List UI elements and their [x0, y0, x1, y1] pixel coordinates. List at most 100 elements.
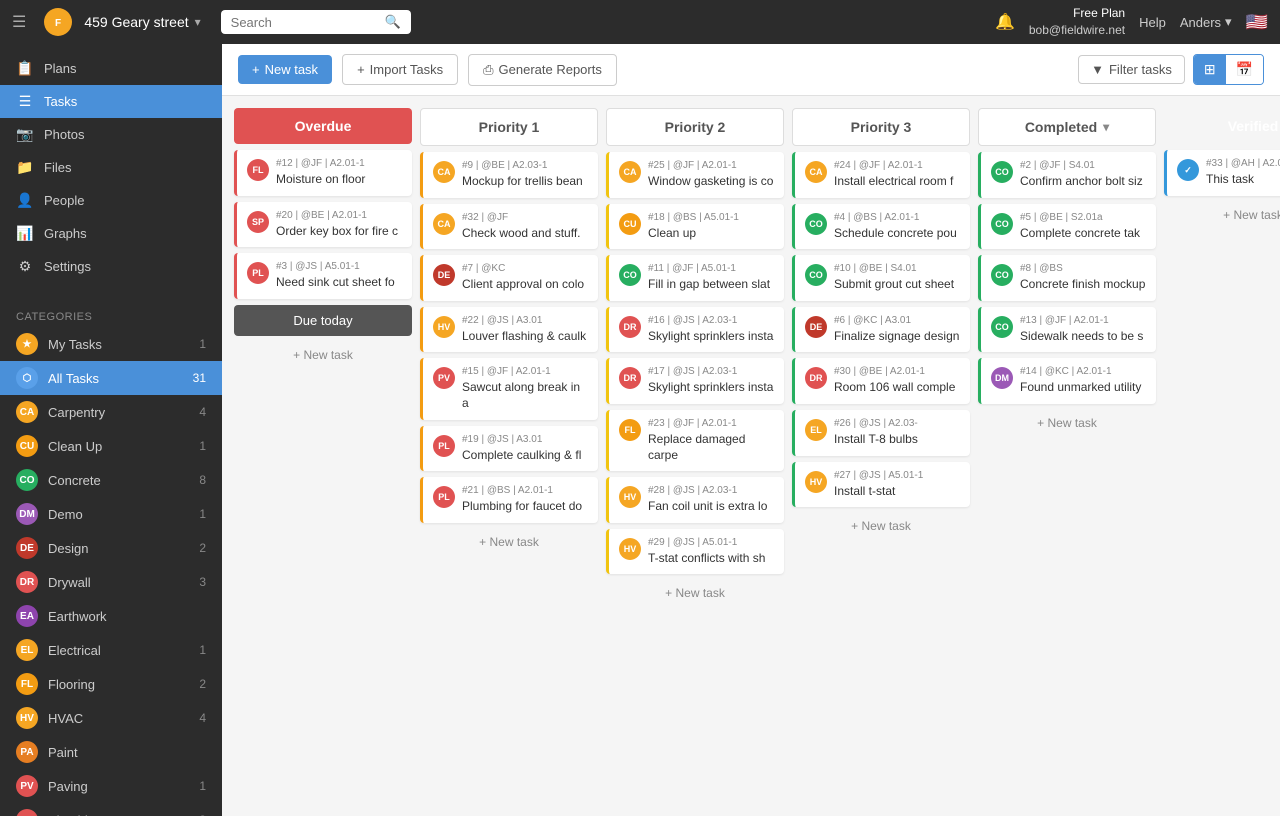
- sidebar-item-electrical[interactable]: EL Electrical 1: [0, 633, 222, 667]
- task-card[interactable]: EL #26 | @JS | A2.03- Install T-8 bulbs: [792, 410, 970, 456]
- task-content: #12 | @JF | A2.01-1 Moisture on floor: [276, 158, 402, 188]
- task-avatar: CU: [619, 213, 641, 235]
- sidebar-item-files[interactable]: 📁 Files: [0, 151, 222, 184]
- task-meta: #8 | @BS: [1020, 263, 1146, 274]
- task-card[interactable]: CO #8 | @BS Concrete finish mockup: [978, 255, 1156, 301]
- task-card[interactable]: CA #32 | @JF Check wood and stuff.: [420, 204, 598, 250]
- sidebar-item-photos[interactable]: 📷 Photos: [0, 118, 222, 151]
- task-card-row: DR #30 | @BE | A2.01-1 Room 106 wall com…: [805, 366, 960, 396]
- task-card[interactable]: DE #7 | @KC Client approval on colo: [420, 255, 598, 301]
- add-task-button-priority2[interactable]: + New task: [606, 580, 784, 606]
- language-flag-icon[interactable]: 🇺🇸: [1246, 12, 1268, 33]
- sidebar-item-all-tasks[interactable]: ⬡ All Tasks 31: [0, 361, 222, 395]
- sidebar-item-hvac[interactable]: HV HVAC 4: [0, 701, 222, 735]
- toolbar: + New task + Import Tasks ⎙ Generate Rep…: [222, 44, 1280, 96]
- task-card-row: CO #5 | @BE | S2.01a Complete concrete t…: [991, 212, 1146, 242]
- sidebar: 📋 Plans ☰ Tasks 📷 Photos 📁 Files 👤 Peopl…: [0, 44, 222, 816]
- task-card[interactable]: PL #19 | @JS | A3.01 Complete caulking &…: [420, 426, 598, 472]
- task-card[interactable]: DR #30 | @BE | A2.01-1 Room 106 wall com…: [792, 358, 970, 404]
- task-card[interactable]: CO #4 | @BS | A2.01-1 Schedule concrete …: [792, 204, 970, 250]
- sidebar-item-earthwork[interactable]: EA Earthwork: [0, 599, 222, 633]
- category-badge-pa: PA: [16, 741, 38, 763]
- sidebar-item-paint[interactable]: PA Paint: [0, 735, 222, 769]
- import-tasks-button[interactable]: + Import Tasks: [342, 54, 458, 85]
- task-card[interactable]: CA #24 | @JF | A2.01-1 Install electrica…: [792, 152, 970, 198]
- category-badge-cu: CU: [16, 435, 38, 457]
- kanban-column-priority1: Priority 1 CA #9 | @BE | A2.03-1 Mockup …: [420, 108, 598, 804]
- task-card[interactable]: FL #23 | @JF | A2.01-1 Replace damaged c…: [606, 410, 784, 471]
- search-input[interactable]: [231, 15, 379, 30]
- grid-view-button[interactable]: ⊞: [1194, 55, 1226, 84]
- task-avatar: DE: [433, 264, 455, 286]
- sidebar-item-demo[interactable]: DM Demo 1: [0, 497, 222, 531]
- task-card[interactable]: CO #2 | @JF | S4.01 Confirm anchor bolt …: [978, 152, 1156, 198]
- sidebar-item-tasks[interactable]: ☰ Tasks: [0, 85, 222, 118]
- sidebar-item-paving[interactable]: PV Paving 1: [0, 769, 222, 803]
- add-task-button-priority3[interactable]: + New task: [792, 513, 970, 539]
- task-avatar: DR: [619, 367, 641, 389]
- sidebar-item-flooring[interactable]: FL Flooring 2: [0, 667, 222, 701]
- task-meta: #3 | @JS | A5.01-1: [276, 261, 402, 272]
- category-badge-co: CO: [16, 469, 38, 491]
- task-card-row: CO #2 | @JF | S4.01 Confirm anchor bolt …: [991, 160, 1146, 190]
- task-card[interactable]: DM #14 | @KC | A2.01-1 Found unmarked ut…: [978, 358, 1156, 404]
- help-link[interactable]: Help: [1139, 15, 1166, 30]
- task-card[interactable]: HV #22 | @JS | A3.01 Louver flashing & c…: [420, 307, 598, 353]
- sidebar-item-plumbing[interactable]: PL Plumbing 3: [0, 803, 222, 816]
- task-card-row: ✓ #33 | @AH | A2.01-1 This task: [1177, 158, 1280, 188]
- notification-bell-icon[interactable]: 🔔: [995, 12, 1015, 32]
- task-card[interactable]: FL #12 | @JF | A2.01-1 Moisture on floor: [234, 150, 412, 196]
- filter-icon: ▼: [1091, 62, 1104, 77]
- category-badge-dr: DR: [16, 571, 38, 593]
- task-avatar: CO: [805, 264, 827, 286]
- task-content: #5 | @BE | S2.01a Complete concrete tak: [1020, 212, 1146, 242]
- sidebar-item-my-tasks[interactable]: ★ My Tasks 1: [0, 327, 222, 361]
- task-card[interactable]: CO #11 | @JF | A5.01-1 Fill in gap betwe…: [606, 255, 784, 301]
- task-card[interactable]: CO #13 | @JF | A2.01-1 Sidewalk needs to…: [978, 307, 1156, 353]
- sidebar-item-carpentry[interactable]: CA Carpentry 4: [0, 395, 222, 429]
- task-card[interactable]: CU #18 | @BS | A5.01-1 Clean up: [606, 204, 784, 250]
- task-card[interactable]: DR #16 | @JS | A2.03-1 Skylight sprinkle…: [606, 307, 784, 353]
- hamburger-icon[interactable]: ☰: [12, 12, 26, 32]
- task-card-row: CA #9 | @BE | A2.03-1 Mockup for trellis…: [433, 160, 588, 190]
- task-card[interactable]: DR #17 | @JS | A2.03-1 Skylight sprinkle…: [606, 358, 784, 404]
- task-card[interactable]: CA #9 | @BE | A2.03-1 Mockup for trellis…: [420, 152, 598, 198]
- task-card[interactable]: DE #6 | @KC | A3.01 Finalize signage des…: [792, 307, 970, 353]
- task-content: #11 | @JF | A5.01-1 Fill in gap between …: [648, 263, 774, 293]
- sidebar-item-concrete[interactable]: CO Concrete 8: [0, 463, 222, 497]
- generate-reports-button[interactable]: ⎙ Generate Reports: [468, 54, 617, 86]
- task-card[interactable]: PL #21 | @BS | A2.01-1 Plumbing for fauc…: [420, 477, 598, 523]
- task-card[interactable]: ✓ #33 | @AH | A2.01-1 This task: [1164, 150, 1280, 196]
- task-card[interactable]: CO #10 | @BE | S4.01 Submit grout cut sh…: [792, 255, 970, 301]
- sidebar-item-settings[interactable]: ⚙ Settings: [0, 250, 222, 283]
- category-badge-dm: DM: [16, 503, 38, 525]
- task-meta: #18 | @BS | A5.01-1: [648, 212, 774, 223]
- task-meta: #26 | @JS | A2.03-: [834, 418, 960, 429]
- sidebar-item-clean-up[interactable]: CU Clean Up 1: [0, 429, 222, 463]
- task-card[interactable]: PL #3 | @JS | A5.01-1 Need sink cut shee…: [234, 253, 412, 299]
- add-task-button-completed[interactable]: + New task: [978, 410, 1156, 436]
- task-card[interactable]: HV #27 | @JS | A5.01-1 Install t-stat: [792, 462, 970, 508]
- sidebar-item-drywall[interactable]: DR Drywall 3: [0, 565, 222, 599]
- sidebar-item-graphs[interactable]: 📊 Graphs: [0, 217, 222, 250]
- column-header-priority1: Priority 1: [420, 108, 598, 146]
- sidebar-item-design[interactable]: DE Design 2: [0, 531, 222, 565]
- settings-icon: ⚙: [16, 258, 34, 275]
- task-card[interactable]: CO #5 | @BE | S2.01a Complete concrete t…: [978, 204, 1156, 250]
- sidebar-item-plans[interactable]: 📋 Plans: [0, 52, 222, 85]
- sidebar-item-people[interactable]: 👤 People: [0, 184, 222, 217]
- user-menu[interactable]: Anders ▾: [1180, 14, 1232, 30]
- task-card[interactable]: SP #20 | @BE | A2.01-1 Order key box for…: [234, 202, 412, 248]
- calendar-view-button[interactable]: 📅: [1226, 55, 1263, 84]
- task-title: Schedule concrete pou: [834, 226, 960, 242]
- add-task-button-verified[interactable]: + New task: [1164, 202, 1280, 228]
- new-task-button[interactable]: + New task: [238, 55, 332, 84]
- task-card[interactable]: CA #25 | @JF | A2.01-1 Window gasketing …: [606, 152, 784, 198]
- add-task-button-priority1[interactable]: + New task: [420, 529, 598, 555]
- add-task-button-overdue[interactable]: + New task: [234, 342, 412, 368]
- task-card[interactable]: PV #15 | @JF | A2.01-1 Sawcut along brea…: [420, 358, 598, 419]
- project-name[interactable]: 459 Geary street ▾: [84, 14, 200, 30]
- task-card[interactable]: HV #29 | @JS | A5.01-1 T-stat conflicts …: [606, 529, 784, 575]
- task-card[interactable]: HV #28 | @JS | A2.03-1 Fan coil unit is …: [606, 477, 784, 523]
- filter-tasks-button[interactable]: ▼ Filter tasks: [1078, 55, 1185, 84]
